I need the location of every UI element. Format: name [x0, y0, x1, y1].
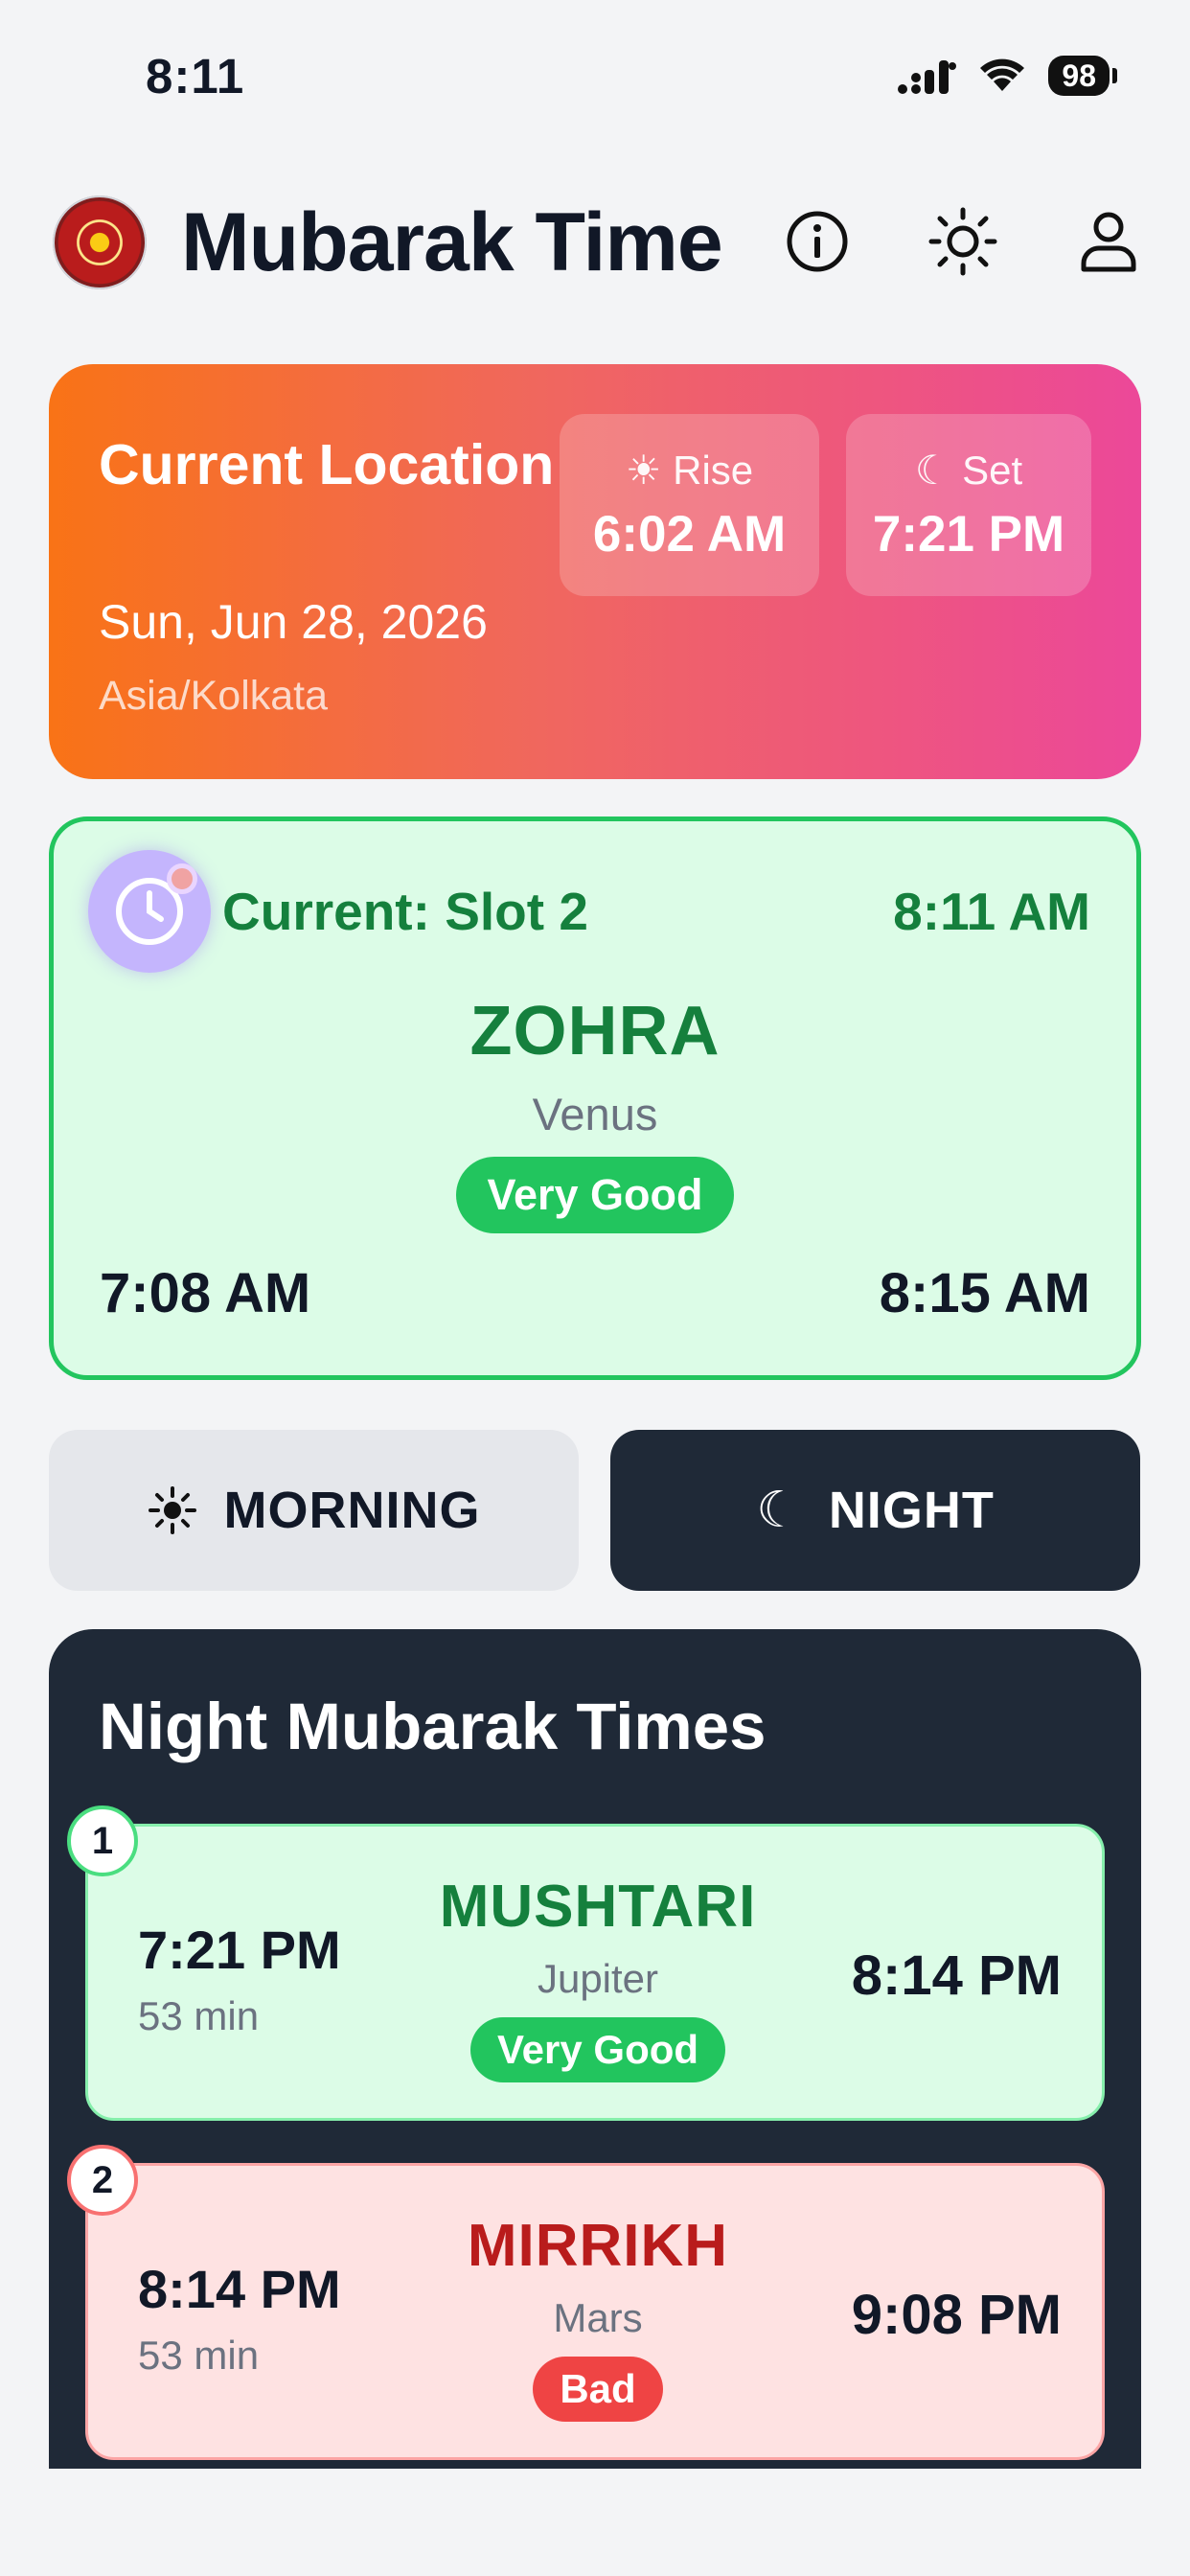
- current-start-time: 7:08 AM: [100, 1262, 311, 1324]
- battery-indicator: 98: [1048, 56, 1117, 96]
- status-time: 8:11: [146, 49, 245, 104]
- sunrise-time: 6:02 AM: [592, 506, 787, 563]
- sun-icon: [928, 207, 997, 276]
- location-title: Current Location: [99, 433, 555, 496]
- notification-dot: [167, 863, 197, 894]
- current-rating-badge: Very Good: [456, 1157, 734, 1233]
- info-button[interactable]: [781, 205, 854, 278]
- slot-number-badge: 2: [67, 2145, 138, 2216]
- slot-start-time: 8:14 PM: [138, 2259, 341, 2319]
- theme-toggle-button[interactable]: [927, 205, 999, 278]
- slot-rating-badge: Bad: [533, 2357, 663, 2422]
- user-icon: [1081, 212, 1136, 272]
- slot-planet-english: Jupiter: [537, 1956, 659, 2001]
- morning-tab-button[interactable]: MORNING: [49, 1430, 579, 1591]
- sunrise-label: ☀ Rise: [625, 448, 754, 493]
- location-date: Sun, Jun 28, 2026: [99, 595, 488, 649]
- slot-end-time: 8:14 PM: [851, 1944, 1062, 2007]
- sunset-label: ☾ Set: [914, 448, 1023, 493]
- sunset-box: ☾ Set 7:21 PM: [846, 414, 1091, 596]
- slot-rating-badge: Very Good: [469, 2017, 726, 2082]
- current-planet-name: ZOHRA: [469, 993, 721, 1070]
- sun-icon: [148, 1486, 196, 1534]
- slot-duration: 53 min: [138, 2333, 260, 2378]
- slot-center: MIRRIKH Mars Bad: [376, 2212, 820, 2422]
- slot-planet-name: MUSHTARI: [439, 1874, 757, 1940]
- night-slot-item[interactable]: 2 8:14 PM 53 min MIRRIKH Mars Bad 9:08 P…: [67, 2145, 1105, 2460]
- slot-end-time: 9:08 PM: [851, 2284, 1062, 2346]
- slot-planet-english: Mars: [553, 2295, 643, 2340]
- app-logo: [53, 196, 147, 289]
- signal-icon: [898, 60, 957, 94]
- sunrise-box: ☀ Rise 6:02 AM: [560, 414, 819, 596]
- clock-badge: [88, 850, 211, 973]
- slot-number-badge: 1: [67, 1806, 138, 1876]
- info-icon: [787, 211, 848, 272]
- current-slot-card[interactable]: Current: Slot 2 8:11 AM ZOHRA Venus Very…: [49, 816, 1141, 1380]
- app-title: Mubarak Time: [181, 196, 723, 288]
- location-card: Current Location Sun, Jun 28, 2026 Asia/…: [49, 364, 1141, 779]
- current-planet-english: Venus: [532, 1089, 658, 1139]
- night-times-panel: Night Mubarak Times 1 7:21 PM 53 min MUS…: [49, 1629, 1141, 2576]
- current-time: 8:11 AM: [893, 882, 1090, 941]
- bottom-area: [0, 2469, 1190, 2576]
- night-tab-button[interactable]: ☾ NIGHT: [610, 1430, 1140, 1591]
- location-timezone: Asia/Kolkata: [99, 673, 329, 719]
- status-icons: 98: [897, 56, 1117, 96]
- slot-center: MUSHTARI Jupiter Very Good: [376, 1873, 820, 2082]
- wifi-icon: [980, 58, 1025, 91]
- night-slot-item[interactable]: 1 7:21 PM 53 min MUSHTARI Jupiter Very G…: [67, 1806, 1105, 2121]
- profile-button[interactable]: [1072, 205, 1145, 278]
- night-panel-title: Night Mubarak Times: [99, 1690, 767, 1763]
- current-end-time: 8:15 AM: [879, 1262, 1090, 1324]
- slot-start-time: 7:21 PM: [138, 1920, 341, 1980]
- current-slot-label: Current: Slot 2: [222, 882, 588, 941]
- screen: 8:11 98 Mubarak Time Current Location Su…: [0, 0, 1190, 2576]
- slot-duration: 53 min: [138, 1993, 260, 2038]
- app-header: Mubarak Time: [53, 192, 1145, 293]
- night-tab-label: NIGHT: [828, 1482, 995, 1539]
- moon-icon: ☾: [756, 1483, 802, 1538]
- sunset-time: 7:21 PM: [872, 506, 1065, 563]
- current-rating-wrap: Very Good: [54, 1157, 1136, 1233]
- morning-tab-label: MORNING: [223, 1482, 481, 1539]
- slot-planet-name: MIRRIKH: [467, 2213, 729, 2279]
